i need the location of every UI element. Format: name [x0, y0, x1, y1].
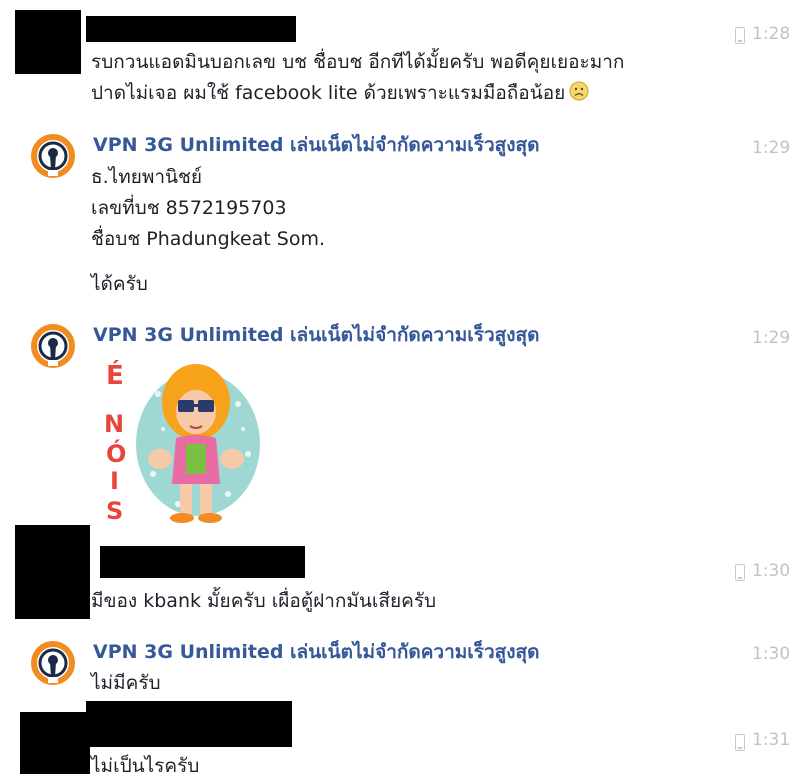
sender-name[interactable]: VPN 3G Unlimited เล่นเน็ตไม่จำกัดความเร็… — [93, 320, 539, 350]
redacted-avatar — [15, 10, 81, 74]
message-timestamp[interactable]: 1:31 — [752, 730, 790, 750]
message-text-line: ปาดไม่เจอ ผมใช้ facebook lite ด้วยเพราะแ… — [91, 82, 566, 104]
message-text: เลขที่บช 8572195703 — [91, 197, 287, 219]
message-text: ธ.ไทยพานิชย์ — [91, 166, 203, 188]
svg-text:S: S — [106, 497, 123, 525]
mobile-phone-icon — [735, 27, 745, 44]
openvpn-logo-icon[interactable] — [31, 324, 75, 368]
message-timestamp[interactable]: 1:29 — [752, 328, 790, 348]
frowning-face-emoji — [569, 81, 589, 101]
svg-text:Ó: Ó — [106, 438, 126, 468]
mobile-phone-icon — [735, 734, 745, 751]
message-text: ไม่เป็นไรครับ — [91, 755, 200, 777]
message-text: ได้ครับ — [91, 273, 148, 295]
message-timestamp[interactable]: 1:30 — [752, 561, 790, 581]
sender-name[interactable]: VPN 3G Unlimited เล่นเน็ตไม่จำกัดความเร็… — [93, 637, 539, 667]
redacted-sender-name — [100, 546, 305, 578]
message-timestamp[interactable]: 1:29 — [752, 138, 790, 158]
mobile-phone-icon — [735, 564, 745, 581]
message-text: ไม่มีครับ — [91, 672, 161, 694]
svg-text:N: N — [104, 410, 124, 438]
redacted-sender-name — [86, 701, 292, 747]
sender-name[interactable]: VPN 3G Unlimited เล่นเน็ตไม่จำกัดความเร็… — [93, 130, 539, 160]
openvpn-logo-icon[interactable] — [31, 134, 75, 178]
redacted-avatar — [20, 712, 90, 774]
openvpn-logo-icon[interactable] — [31, 641, 75, 685]
sticker-image[interactable]: É N Ó I S — [98, 354, 268, 529]
message-text: รบกวนแอดมินบอกเลข บช ชื่อบช อีกทีได้มั้ย… — [91, 51, 625, 73]
svg-text:É: É — [106, 359, 124, 391]
message-text: ปาดไม่เจอ ผมใช้ facebook lite ด้วยเพราะแ… — [91, 78, 589, 109]
message-text: ชื่อบช Phadungkeat Som. — [91, 228, 326, 250]
redacted-sender-name — [86, 16, 296, 42]
redacted-avatar — [15, 525, 90, 619]
message-timestamp[interactable]: 1:30 — [752, 644, 790, 664]
message-text: มีของ kbank มั้ยครับ เผื่อตู้ฝากมันเสียค… — [91, 590, 437, 612]
message-timestamp[interactable]: 1:28 — [752, 24, 790, 44]
svg-text:I: I — [110, 467, 119, 495]
